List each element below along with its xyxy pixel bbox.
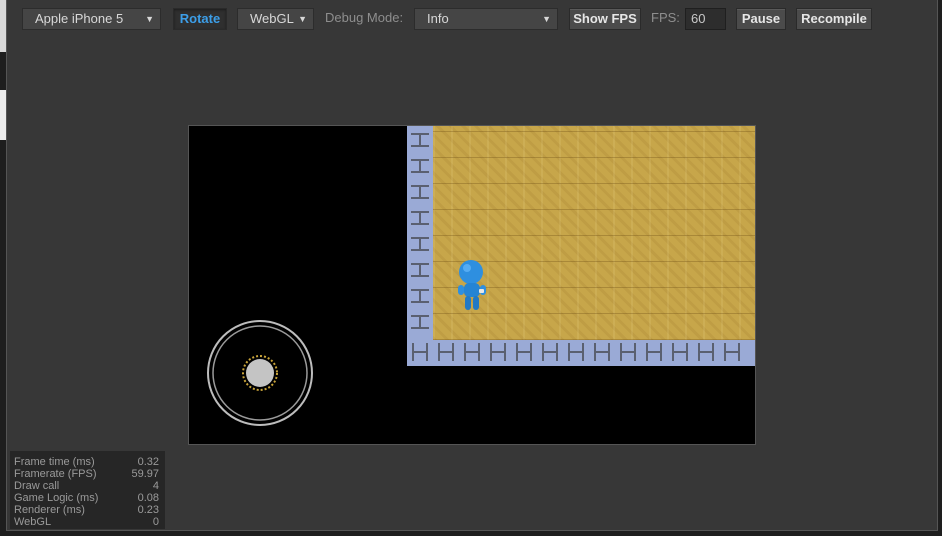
stat-row: Renderer (ms) 0.23 bbox=[14, 504, 161, 516]
stat-row: WebGL 0 bbox=[14, 516, 161, 528]
debug-mode-select-value: Info bbox=[427, 11, 449, 26]
debug-mode-select[interactable]: Info ▼ bbox=[414, 8, 558, 30]
stats-panel: Frame time (ms) 0.32 Framerate (FPS) 59.… bbox=[10, 451, 165, 529]
renderer-select-value: WebGL bbox=[250, 11, 294, 26]
blue-robot-character-icon bbox=[458, 260, 486, 310]
chevron-down-icon: ▼ bbox=[145, 14, 154, 24]
chevron-down-icon: ▼ bbox=[542, 14, 551, 24]
renderer-select[interactable]: WebGL ▼ bbox=[237, 8, 314, 30]
simulator-window: Apple iPhone 5 ▼ Rotate WebGL ▼ Debug Mo… bbox=[6, 0, 938, 531]
stat-label: WebGL bbox=[14, 516, 52, 528]
stat-row: Draw call 4 bbox=[14, 480, 161, 492]
stat-label: Draw call bbox=[14, 480, 60, 492]
device-select[interactable]: Apple iPhone 5 ▼ bbox=[22, 8, 161, 30]
stat-label: Game Logic (ms) bbox=[14, 492, 99, 504]
stat-value: 59.97 bbox=[131, 468, 159, 480]
device-select-value: Apple iPhone 5 bbox=[35, 11, 124, 26]
stat-row: Frame time (ms) 0.32 bbox=[14, 456, 161, 468]
chevron-down-icon: ▼ bbox=[298, 14, 307, 24]
stat-value: 0 bbox=[152, 516, 159, 528]
stat-value: 4 bbox=[152, 480, 159, 492]
fps-label: FPS: bbox=[651, 10, 680, 25]
debug-mode-label: Debug Mode: bbox=[325, 10, 404, 25]
stat-label: Framerate (FPS) bbox=[14, 468, 97, 480]
show-fps-button[interactable]: Show FPS bbox=[569, 8, 641, 30]
game-canvas[interactable] bbox=[188, 125, 756, 445]
brick-wall-icon bbox=[411, 133, 740, 361]
recompile-button[interactable]: Recompile bbox=[796, 8, 872, 30]
stat-label: Frame time (ms) bbox=[14, 456, 95, 468]
toolbar: Apple iPhone 5 ▼ Rotate WebGL ▼ Debug Mo… bbox=[7, 0, 937, 40]
stat-row: Game Logic (ms) 0.08 bbox=[14, 492, 161, 504]
level-map bbox=[407, 126, 755, 366]
pause-button[interactable]: Pause bbox=[736, 8, 786, 30]
joystick-icon[interactable] bbox=[207, 320, 313, 426]
stat-row: Framerate (FPS) 59.97 bbox=[14, 468, 161, 480]
stat-value: 0.32 bbox=[137, 456, 159, 468]
stat-value: 0.23 bbox=[137, 504, 159, 516]
fps-input[interactable]: 60 bbox=[685, 8, 726, 30]
stat-value: 0.08 bbox=[137, 492, 159, 504]
stat-label: Renderer (ms) bbox=[14, 504, 85, 516]
rotate-button[interactable]: Rotate bbox=[173, 8, 227, 30]
